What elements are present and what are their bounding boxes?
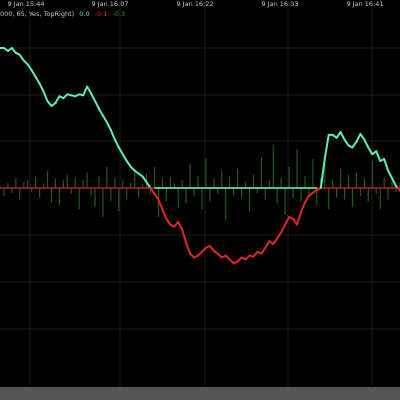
positive-segment <box>375 150 382 162</box>
positive-segment <box>98 107 104 117</box>
negative-segment <box>260 246 267 255</box>
positive-segment <box>30 69 37 78</box>
x-tick-label: 9 Jan 16:41 <box>346 0 383 8</box>
negative-segment <box>280 223 287 234</box>
negative-segment <box>299 201 306 214</box>
legend-value-3: -0.3 <box>112 10 125 18</box>
x-tick-label: 9 Jan 16:07 <box>91 0 128 8</box>
negative-segment <box>264 240 271 249</box>
positive-segment <box>359 132 366 141</box>
time-scrollbar[interactable] <box>0 387 400 400</box>
positive-segment <box>42 90 49 103</box>
positive-segment <box>54 95 61 105</box>
negative-segment <box>296 211 302 226</box>
series-lines <box>0 47 400 265</box>
negative-segment <box>165 217 172 226</box>
positive-segment <box>101 114 108 124</box>
positive-segment <box>18 53 25 62</box>
positive-segment <box>82 85 89 97</box>
positive-segment <box>125 159 132 168</box>
x-tick-label: 9 Jan 16:33 <box>261 0 298 8</box>
positive-segment <box>383 158 390 172</box>
positive-segment <box>121 153 128 162</box>
positive-segment <box>339 131 346 141</box>
positive-segment <box>319 158 326 189</box>
x-tick-label: 9 Jan 15:44 <box>7 0 44 8</box>
indicator-label: 000, 65, Yes, TopRight) <box>0 10 74 18</box>
positive-segment <box>323 133 330 161</box>
chart-canvas: 9 Jan 15:44 9 Jan 16:07 9 Jan 16:22 9 Jan 1… <box>0 0 400 400</box>
positive-segment <box>117 146 124 156</box>
positive-segment <box>38 82 45 93</box>
positive-segment <box>145 181 152 189</box>
x-axis-ticks: 9 Jan 15:44 9 Jan 16:07 9 Jan 16:22 9 Jan 1… <box>7 0 383 8</box>
negative-segment <box>157 198 164 211</box>
positive-segment <box>86 85 93 95</box>
negative-segment <box>181 228 188 245</box>
positive-segment <box>387 169 394 180</box>
positive-segment <box>94 100 101 110</box>
positive-segment <box>109 129 116 141</box>
legend: 000, 65, Yes, TopRight) 0.0 -0.1 -0.3 <box>0 10 125 18</box>
negative-segment <box>272 237 279 245</box>
negative-segment <box>284 215 291 226</box>
legend-value-2: -0.1 <box>95 10 108 18</box>
negative-segment <box>177 220 184 231</box>
negative-segment <box>303 194 310 204</box>
positive-segment <box>34 75 41 85</box>
positive-segment <box>105 121 112 132</box>
negative-segment <box>185 242 192 255</box>
x-tick-label: 9 Jan 16:22 <box>176 0 213 8</box>
positive-segment <box>351 140 358 149</box>
negative-segment <box>161 208 168 220</box>
legend-value-1: 0.0 <box>79 10 89 18</box>
oscillator-chart[interactable]: 9 Jan 15:44 9 Jan 16:07 9 Jan 16:22 9 Jan 1… <box>0 0 400 400</box>
histogram <box>0 145 400 221</box>
